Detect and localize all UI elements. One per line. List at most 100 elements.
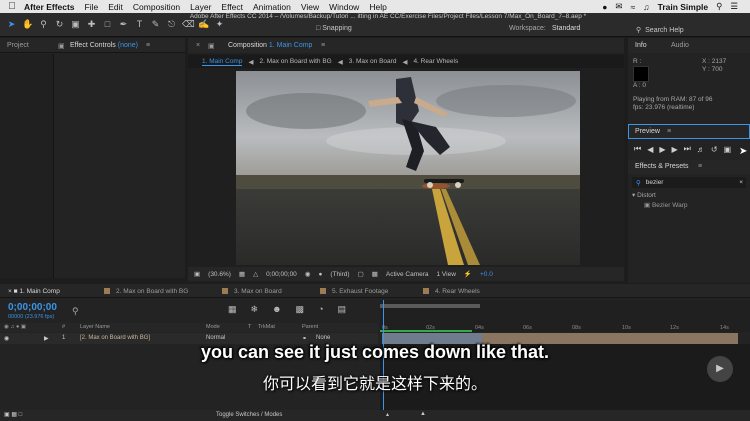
rotate-tool-icon[interactable]: ↻: [54, 19, 65, 30]
close-icon[interactable]: ×: [196, 42, 200, 49]
apple-icon[interactable]: : [0, 1, 24, 12]
mute-audio-icon[interactable]: ♬: [697, 145, 705, 154]
menu-animation[interactable]: Animation: [253, 2, 291, 12]
last-frame-icon[interactable]: ⏭: [684, 144, 691, 154]
menu-file[interactable]: File: [85, 2, 99, 12]
work-area-bar[interactable]: [380, 304, 480, 308]
search-icon[interactable]: ⚲: [72, 306, 79, 317]
menu-window[interactable]: Window: [329, 2, 359, 12]
next-frame-icon[interactable]: ▶: [672, 145, 678, 154]
tab-effect-controls[interactable]: Effect Controls (none): [70, 42, 138, 49]
time-ruler[interactable]: 0s 02s 04s 06s 08s 10s 12s 14s: [380, 300, 750, 332]
ram-preview-icon[interactable]: ▣: [724, 145, 732, 154]
previous-frame-icon[interactable]: ◀: [647, 145, 653, 154]
view-layout-select[interactable]: 1 View: [437, 271, 456, 278]
tab-timeline-exhaust-footage[interactable]: 5. Exhaust Footage: [320, 288, 388, 295]
color-channel-icon[interactable]: ●: [318, 271, 322, 278]
menu-view[interactable]: View: [301, 2, 319, 12]
clear-search-icon[interactable]: ×: [739, 179, 746, 186]
layer-parent-select[interactable]: None: [316, 335, 330, 341]
zoom-tool-icon[interactable]: ⚲: [38, 19, 49, 30]
motion-blur-icon[interactable]: ◔: [318, 304, 323, 315]
resolution-select[interactable]: (Third): [330, 271, 349, 278]
first-frame-icon[interactable]: ⏮: [634, 144, 641, 154]
menu-composition[interactable]: Composition: [133, 2, 180, 12]
tab-info[interactable]: Info: [635, 42, 647, 49]
layer-name[interactable]: [2. Max on Board with BG]: [80, 335, 150, 341]
tab-project[interactable]: Project: [7, 42, 29, 49]
clone-stamp-tool-icon[interactable]: ⎋: [166, 19, 177, 30]
app-name-menu[interactable]: After Effects: [24, 2, 75, 12]
menu-help[interactable]: Help: [369, 2, 386, 12]
graph-editor-icon[interactable]: ▤: [338, 304, 347, 315]
timeline-timecode[interactable]: 0;00;00;00: [8, 302, 57, 313]
column-layer-name[interactable]: Layer Name: [80, 324, 110, 330]
type-tool-icon[interactable]: T: [134, 19, 145, 30]
lock-icon[interactable]: ▣: [208, 42, 215, 50]
grid-icon[interactable]: ▦: [239, 270, 245, 278]
panel-menu-icon[interactable]: ≡: [146, 42, 150, 49]
draft-3d-icon[interactable]: ❄: [251, 304, 259, 315]
tab-preview[interactable]: Preview: [635, 128, 660, 135]
transparency-grid-icon[interactable]: ▩: [372, 270, 378, 278]
breadcrumb-rear-wheels[interactable]: 4. Rear Wheels: [413, 58, 458, 65]
tab-timeline-rear-wheels[interactable]: 4. Rear Wheels: [423, 288, 480, 295]
menu-edit[interactable]: Edit: [108, 2, 123, 12]
breadcrumb-max-on-board-bg[interactable]: 2. Max on Board with BG: [259, 58, 331, 65]
menu-effect[interactable]: Effect: [221, 2, 243, 12]
region-of-interest-icon[interactable]: ▢: [358, 270, 364, 278]
pen-tool-icon[interactable]: ✒: [118, 19, 129, 30]
brush-tool-icon[interactable]: ✎: [150, 19, 161, 30]
snapshot-icon[interactable]: ◉: [305, 270, 311, 278]
play-icon[interactable]: ▶: [659, 145, 665, 154]
camera-view-select[interactable]: Active Camera: [386, 271, 429, 278]
selection-tool-icon[interactable]: ➤: [6, 19, 17, 30]
rectangle-tool-icon[interactable]: □: [102, 19, 113, 30]
hide-shy-layers-icon[interactable]: ☻: [272, 304, 281, 315]
hand-tool-icon[interactable]: ✋: [22, 19, 33, 30]
breadcrumb-max-on-board[interactable]: 3. Max on Board: [349, 58, 397, 65]
comp-mini-flowchart-icon[interactable]: ▦: [228, 304, 237, 315]
camera-tool-icon[interactable]: ▣: [70, 19, 81, 30]
frame-blending-icon[interactable]: ▩: [296, 304, 305, 315]
zoom-out-icon[interactable]: ▴: [386, 411, 389, 418]
search-help-field[interactable]: ⚲ Search Help: [636, 24, 746, 36]
camera-icon[interactable]: ●: [602, 2, 607, 12]
spotlight-icon[interactable]: ⚲: [716, 1, 722, 12]
exposure-value[interactable]: +0.0: [480, 271, 493, 278]
pan-behind-tool-icon[interactable]: ✚: [86, 19, 97, 30]
zoom-slider[interactable]: ▲: [420, 411, 426, 417]
tab-timeline-max-on-board-bg[interactable]: 2. Max on Board with BG: [104, 288, 188, 295]
tab-timeline-main-comp[interactable]: × ■ 1. Main Comp: [8, 288, 60, 295]
panel-menu-icon[interactable]: ≡: [321, 42, 325, 49]
current-time-display[interactable]: 0;00;00;00: [266, 271, 297, 278]
tab-effects-presets[interactable]: Effects & Presets: [635, 163, 689, 170]
fast-previews-icon[interactable]: ⚡: [464, 270, 472, 278]
mail-icon[interactable]: ✉: [615, 1, 622, 12]
wifi-icon[interactable]: ≈: [631, 2, 636, 12]
breadcrumb-main-comp[interactable]: 1. Main Comp: [202, 58, 243, 66]
menu-layer[interactable]: Layer: [190, 2, 211, 12]
mask-visibility-icon[interactable]: △: [253, 270, 258, 278]
tree-item-bezier-warp[interactable]: ▣ Bezier Warp: [632, 201, 688, 211]
snapping-toggle[interactable]: □ Snapping: [316, 25, 352, 32]
lock-icon[interactable]: ▣: [58, 42, 65, 50]
effects-search-input[interactable]: ⚲ bezier ×: [632, 177, 746, 188]
tab-audio[interactable]: Audio: [671, 42, 689, 49]
footer-icons[interactable]: ▣ ▦ □: [4, 411, 22, 418]
tab-composition[interactable]: Composition 1. Main Comp: [228, 42, 312, 49]
panel-menu-icon[interactable]: ≡: [698, 163, 702, 170]
always-preview-icon[interactable]: ▣: [194, 270, 200, 278]
volume-icon[interactable]: ♫: [643, 2, 649, 12]
snapping-checkbox[interactable]: □: [316, 25, 320, 32]
layer-expand-icon[interactable]: ▶: [44, 335, 49, 342]
layer-mode-select[interactable]: Normal: [206, 335, 225, 341]
panel-menu-icon[interactable]: ≡: [667, 128, 671, 135]
layer-visibility-icon[interactable]: ◉: [4, 335, 9, 342]
user-name[interactable]: Train Simple: [658, 2, 709, 12]
notification-icon[interactable]: ☰: [730, 1, 738, 12]
close-icon[interactable]: ×: [8, 288, 12, 295]
layer-parent-icon[interactable]: ⚭: [302, 335, 307, 342]
magnification-select[interactable]: (30.6%): [208, 271, 231, 278]
loop-icon[interactable]: ↺: [711, 145, 718, 154]
